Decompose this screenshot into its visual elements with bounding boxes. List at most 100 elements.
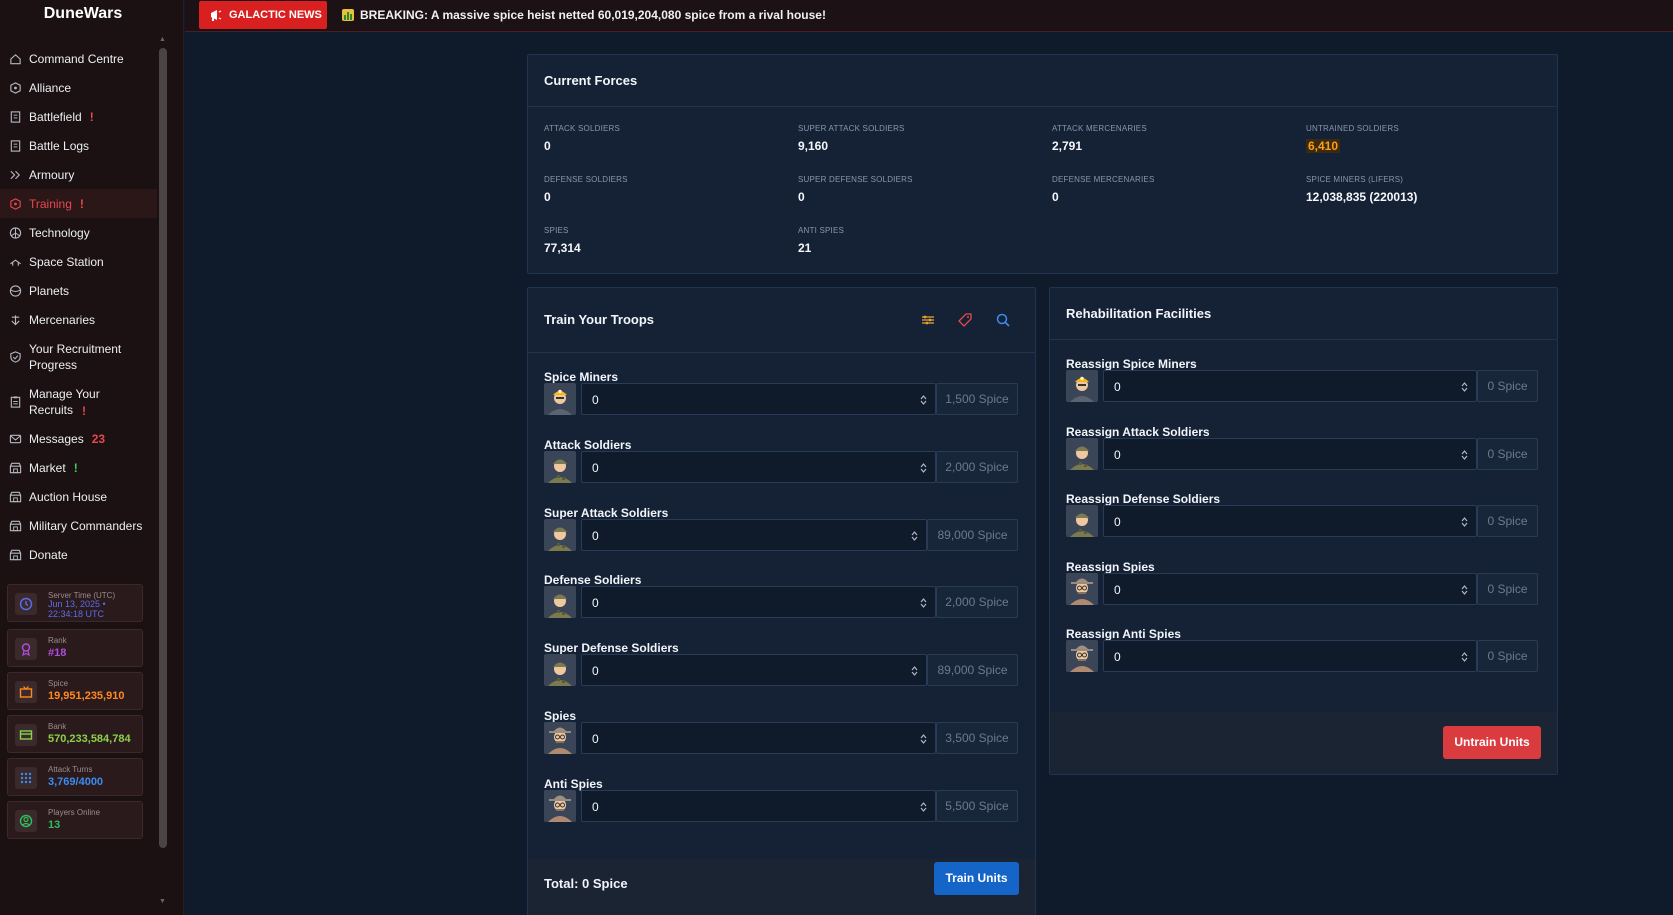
rehab-input-reassign-defense-soldiers[interactable]: 0 xyxy=(1103,505,1477,537)
spinner-arrows-icon[interactable] xyxy=(1461,380,1468,398)
spinner-arrows-icon[interactable] xyxy=(1461,448,1468,466)
force-value: 0 xyxy=(544,190,551,204)
sidebar-alert-badge: ! xyxy=(73,460,78,475)
shield-check-icon xyxy=(9,350,22,363)
players-online-card: Players Online 13 xyxy=(7,801,143,839)
app-logo[interactable]: DuneWars xyxy=(0,5,166,23)
sidebar-item-label: Armoury xyxy=(29,167,75,182)
train-input-attack-soldiers[interactable]: 0 xyxy=(581,450,936,483)
soldier-avatar-icon xyxy=(1066,505,1098,537)
spinner-arrows-icon[interactable] xyxy=(920,461,927,479)
sidebar-item-donate[interactable]: Donate xyxy=(0,540,157,569)
force-value: 0 xyxy=(544,139,551,153)
rehab-input-reassign-spice-miners[interactable]: 0 xyxy=(1103,370,1477,402)
sidebar-item-mercenaries[interactable]: Mercenaries xyxy=(0,305,157,334)
force-value: 12,038,835 (220013) xyxy=(1306,190,1418,204)
sidebar-item-command-centre[interactable]: Command Centre xyxy=(0,44,157,73)
attack-turns-value: 3,769/4000 xyxy=(48,776,104,788)
spinner-arrows-icon[interactable] xyxy=(920,732,927,750)
filter-icon[interactable] xyxy=(920,312,936,328)
clock-icon xyxy=(15,593,37,615)
spy-avatar-icon xyxy=(544,789,576,822)
players-online-label: Players Online xyxy=(48,808,101,817)
sidebar-item-your-recruitment-progress[interactable]: Your Recruitment Progress xyxy=(0,334,157,379)
train-label-anti-spies: Anti Spies xyxy=(544,776,603,791)
current-forces-title: Current Forces xyxy=(544,73,638,88)
soldier-avatar-icon xyxy=(544,518,576,551)
galactic-news-badge[interactable]: GALACTIC NEWS xyxy=(199,1,327,29)
force-value: 77,314 xyxy=(544,241,581,255)
force-label: DEFENSE SOLDIERS xyxy=(544,175,628,184)
sidebar-scrollbar[interactable]: ▲ ▼ xyxy=(158,36,167,906)
sidebar-item-military-commanders[interactable]: Military Commanders xyxy=(0,511,157,540)
hexagon-icon xyxy=(9,81,22,94)
document-icon xyxy=(9,110,22,123)
sidebar-item-auction-house[interactable]: Auction House xyxy=(0,482,157,511)
hexagon-icon xyxy=(9,197,22,210)
rehab-input-reassign-attack-soldiers[interactable]: 0 xyxy=(1103,437,1477,470)
rank-card: Rank #18 xyxy=(7,629,143,667)
sidebar-alert-badge: ! xyxy=(82,404,86,418)
train-input-anti-spies[interactable]: 0 xyxy=(581,789,936,822)
rehab-cost-reassign-spies: 0 Spice xyxy=(1477,572,1538,605)
rehab-input-reassign-anti-spies[interactable]: 0 xyxy=(1103,640,1477,672)
grid-icon xyxy=(15,767,37,789)
spinner-arrows-icon[interactable] xyxy=(1461,515,1468,533)
train-input-value: 0 xyxy=(592,596,599,611)
bank-value: 570,233,584,784 xyxy=(48,733,131,745)
force-label: SUPER DEFENSE SOLDIERS xyxy=(798,175,913,184)
store-icon xyxy=(9,548,22,561)
sidebar-scroll-thumb[interactable] xyxy=(159,48,167,848)
sidebar-item-label: Technology xyxy=(29,225,90,240)
train-label-super-attack-soldiers: Super Attack Soldiers xyxy=(544,505,669,520)
spinner-arrows-icon[interactable] xyxy=(911,664,918,682)
sidebar-item-armoury[interactable]: Armoury xyxy=(0,160,157,189)
sidebar-item-label: Battle Logs xyxy=(29,138,90,153)
globe-icon xyxy=(9,284,22,297)
store-icon xyxy=(9,490,22,503)
sidebar-item-label: Messages xyxy=(29,431,84,446)
megaphone-icon xyxy=(211,10,222,21)
galactic-news-label: GALACTIC NEWS xyxy=(229,9,322,21)
sidebar-item-manage-your-recruits[interactable]: Manage Your Recruits! xyxy=(0,379,157,424)
train-input-super-defense-soldiers[interactable]: 0 xyxy=(581,654,927,687)
rank-label: Rank xyxy=(48,636,67,645)
sidebar-item-space-station[interactable]: Space Station xyxy=(0,247,157,276)
train-cost-spies: 3,500 Spice xyxy=(936,722,1018,754)
untrain-units-button[interactable]: Untrain Units xyxy=(1443,726,1541,759)
train-input-spies[interactable]: 0 xyxy=(581,722,936,754)
tag-icon[interactable] xyxy=(957,312,973,328)
train-units-button[interactable]: Train Units xyxy=(934,862,1019,895)
rehab-label-reassign-attack-soldiers: Reassign Attack Soldiers xyxy=(1066,424,1210,439)
players-online-value: 13 xyxy=(48,819,61,831)
sidebar-item-technology[interactable]: Technology xyxy=(0,218,157,247)
rank-value: #18 xyxy=(48,647,67,659)
spinner-arrows-icon[interactable] xyxy=(911,529,918,547)
spinner-arrows-icon[interactable] xyxy=(1461,583,1468,601)
rehab-input-reassign-spies[interactable]: 0 xyxy=(1103,572,1477,605)
sidebar-item-messages[interactable]: Messages 23 xyxy=(0,424,157,453)
spinner-arrows-icon[interactable] xyxy=(920,596,927,614)
scroll-down-icon[interactable]: ▼ xyxy=(158,898,167,906)
train-input-defense-soldiers[interactable]: 0 xyxy=(581,586,936,619)
sidebar-item-alliance[interactable]: Alliance xyxy=(0,73,157,102)
rehab-cost-reassign-spice-miners: 0 Spice xyxy=(1477,370,1538,402)
train-input-super-attack-soldiers[interactable]: 0 xyxy=(581,518,927,551)
sidebar-item-label: Training xyxy=(29,196,72,211)
force-value: 0 xyxy=(1052,190,1059,204)
sidebar-item-training[interactable]: Training! xyxy=(0,189,157,218)
spinner-arrows-icon[interactable] xyxy=(920,393,927,411)
sidebar-item-battle-logs[interactable]: Battle Logs xyxy=(0,131,157,160)
spinner-arrows-icon[interactable] xyxy=(920,800,927,818)
tv-icon xyxy=(15,681,37,703)
sidebar-item-market[interactable]: Market! xyxy=(0,453,157,482)
scroll-up-icon[interactable]: ▲ xyxy=(158,36,167,44)
sidebar-item-planets[interactable]: Planets xyxy=(0,276,157,305)
spinner-arrows-icon[interactable] xyxy=(1461,650,1468,668)
sidebar-item-battlefield[interactable]: Battlefield! xyxy=(0,102,157,131)
search-icon[interactable] xyxy=(995,312,1011,328)
train-input-spice-miners[interactable]: 0 xyxy=(581,383,936,415)
soldier-avatar-icon xyxy=(544,654,576,687)
document-icon xyxy=(9,139,22,152)
rehab-input-value: 0 xyxy=(1114,515,1121,529)
